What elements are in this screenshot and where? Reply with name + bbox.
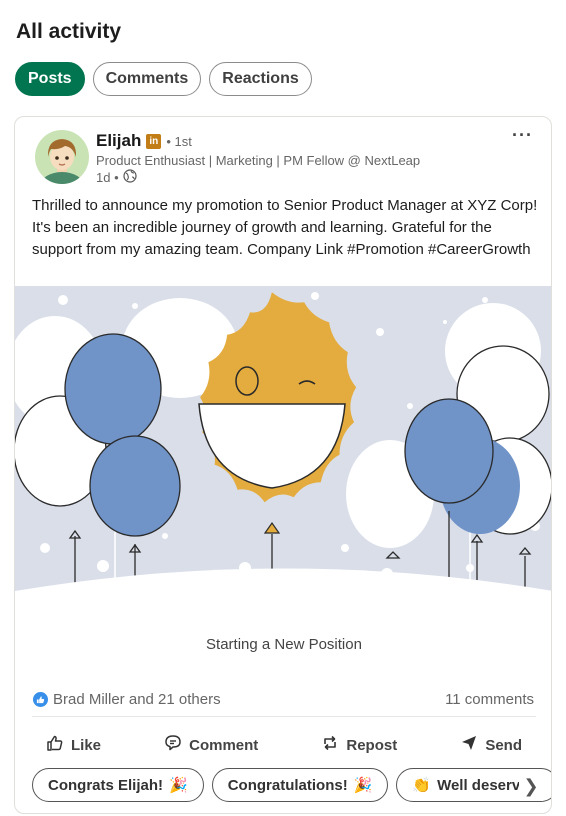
- repost-icon: [321, 734, 339, 756]
- globe-icon: [123, 169, 137, 186]
- send-icon: [460, 734, 478, 756]
- send-button[interactable]: Send: [446, 727, 536, 763]
- suggested-reply[interactable]: Congrats Elijah! 🎉: [32, 768, 204, 802]
- avatar[interactable]: [35, 130, 89, 184]
- page-title: All activity: [16, 20, 122, 43]
- suggested-reply[interactable]: Congratulations! 🎉: [211, 768, 389, 802]
- author-name[interactable]: Elijah: [96, 131, 141, 151]
- repost-label: Repost: [346, 736, 398, 754]
- comment-label: Comment: [189, 736, 259, 754]
- like-reaction-icon: [33, 692, 48, 707]
- connection-degree: • 1st: [166, 133, 192, 149]
- repost-button[interactable]: Repost: [307, 727, 411, 763]
- filter-posts[interactable]: Posts: [15, 62, 85, 96]
- send-label: Send: [485, 736, 522, 754]
- post-card: Elijah in • 1st Product Enthusiast | Mar…: [14, 116, 552, 814]
- post-text: Thrilled to announce my promotion to Sen…: [32, 197, 538, 258]
- filter-bar: Posts Comments Reactions: [15, 62, 312, 96]
- party-popper-icon: 🎉: [353, 777, 373, 794]
- clapping-hands-icon: 👏: [412, 777, 432, 794]
- author-row: Elijah in • 1st: [96, 131, 192, 151]
- suggested-replies: Congrats Elijah! 🎉 Congratulations! 🎉 👏 …: [32, 768, 551, 808]
- chevron-right-icon[interactable]: ❯: [519, 771, 543, 801]
- like-label: Like: [71, 736, 102, 754]
- reactions-text: Brad Miller and 21 others: [53, 691, 221, 708]
- more-options-icon[interactable]: ···: [512, 125, 533, 146]
- linkedin-badge-icon: in: [146, 133, 162, 149]
- action-bar: Like Comment Repost Send: [32, 727, 536, 763]
- suggested-reply-text: Congratulations!: [227, 776, 348, 794]
- author-headline: Product Enthusiast | Marketing | PM Fell…: [96, 153, 421, 168]
- suggested-reply-text: Congrats Elijah!: [48, 776, 164, 794]
- party-popper-icon: 🎉: [169, 777, 188, 794]
- comment-icon: [164, 734, 182, 756]
- filter-reactions[interactable]: Reactions: [209, 62, 312, 96]
- post-meta: 1d •: [96, 169, 137, 186]
- media-caption: Starting a New Position: [206, 636, 362, 653]
- like-button[interactable]: Like: [32, 727, 115, 763]
- reactions-summary[interactable]: Brad Miller and 21 others: [33, 691, 221, 708]
- comment-button[interactable]: Comment: [150, 727, 272, 763]
- divider: [32, 716, 536, 717]
- filter-comments[interactable]: Comments: [92, 62, 202, 96]
- post-media-image[interactable]: [15, 286, 551, 608]
- thumbs-up-icon: [46, 734, 64, 756]
- comments-count[interactable]: 11 comments: [445, 691, 534, 708]
- post-time: 1d •: [96, 170, 119, 185]
